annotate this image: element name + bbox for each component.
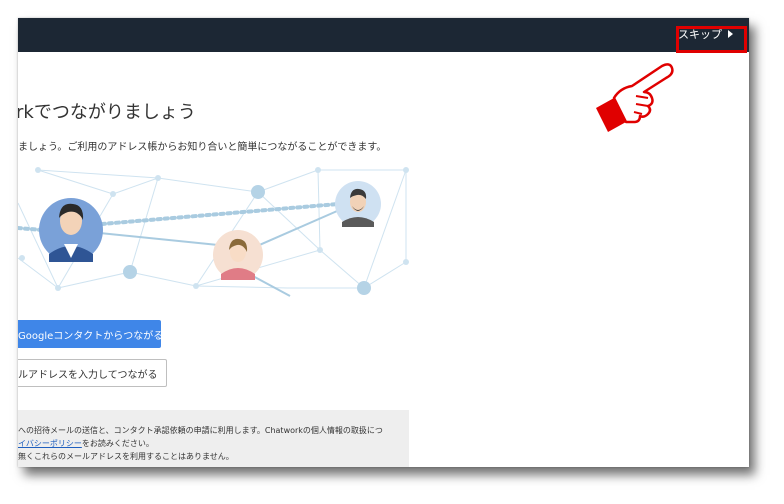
- notice-line-1: への招待メールの送信と、コンタクト承認依頼の申請に利用します。Chatworkの…: [18, 426, 383, 435]
- top-bar: スキップ: [18, 18, 749, 52]
- avatar-bearded-man-icon: [335, 181, 381, 227]
- page-title: rkでつながりましょう: [18, 102, 196, 123]
- privacy-policy-link[interactable]: イバシーポリシー: [18, 439, 82, 448]
- notice-line-3: 無くこれらのメールアドレスを利用することはありません。: [18, 452, 234, 461]
- network-illustration: [18, 167, 409, 297]
- privacy-notice: への招待メールの送信と、コンタクト承認依頼の申請に利用します。Chatworkの…: [18, 410, 409, 467]
- notice-line-2-text: をお読みください。: [81, 439, 154, 448]
- notice-line-2: イバシーポリシーをお読みください。: [18, 437, 409, 450]
- google-contacts-button-label: Googleコンタクトからつながる: [18, 330, 161, 342]
- page-subtitle: ましょう。ご利用のアドレス帳からお知り合いと簡単につながることができます。: [18, 142, 387, 153]
- avatar-woman-icon: [213, 230, 263, 280]
- avatar-man-icon: [39, 198, 103, 262]
- email-connect-button[interactable]: ルアドレスを入力してつながる: [18, 359, 167, 387]
- email-connect-button-label: ルアドレスを入力してつながる: [18, 369, 158, 381]
- pointing-hand-icon: [596, 63, 674, 132]
- google-contacts-button[interactable]: Googleコンタクトからつながる: [18, 320, 161, 348]
- skip-highlight-box: [676, 26, 747, 53]
